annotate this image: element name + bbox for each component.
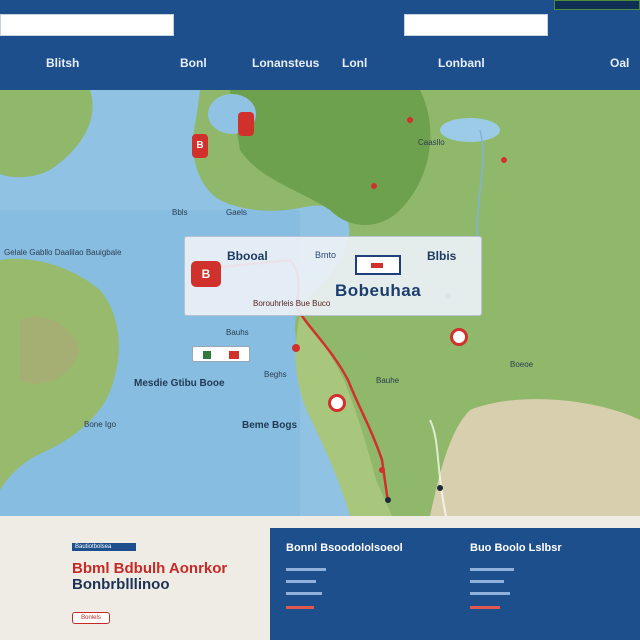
column-heading[interactable]: Buo Boolo Lslbsr xyxy=(470,542,562,554)
promo-title: Bbml Bdbulh Aonrkor xyxy=(72,560,228,577)
location-pin-icon[interactable]: B xyxy=(192,134,208,158)
text-placeholder xyxy=(470,580,504,583)
location-pin-icon[interactable] xyxy=(450,328,468,346)
map-label: Bauhe xyxy=(376,376,400,385)
top-header: Blitsh Bonl Lonansteus Lonl Lonbanl Oal xyxy=(0,0,640,90)
map-label: Beghs xyxy=(264,370,287,379)
map-label: Caasllo xyxy=(418,138,445,147)
card-title: Bbooal xyxy=(227,249,268,263)
route-pin-icon: B xyxy=(191,261,221,287)
info-columns-panel: Bonnl Bsoodololsoeol Buo Boolo Lslbsr xyxy=(270,528,640,640)
location-pin-icon[interactable] xyxy=(328,394,346,412)
search-input[interactable] xyxy=(0,14,174,36)
map-label: Gaels xyxy=(226,208,247,217)
nav-item[interactable]: Lonl xyxy=(342,56,367,70)
map-label: Bone Igo xyxy=(84,420,117,429)
secondary-search-input[interactable] xyxy=(404,14,548,36)
card-heading: Bobeuhaa xyxy=(335,281,422,300)
map-label: Mesdie Gtibu Booe xyxy=(134,378,225,389)
location-pin-icon[interactable] xyxy=(238,112,254,136)
nav-item[interactable]: Lonbanl xyxy=(438,56,485,70)
legend-swatch xyxy=(203,351,211,359)
text-placeholder xyxy=(286,568,326,571)
nav-item[interactable]: Blitsh xyxy=(46,56,79,70)
map-label: Bauhs xyxy=(226,328,249,337)
card-subtitle: Borouhrleis Bue Buco xyxy=(253,299,331,308)
text-placeholder xyxy=(470,568,514,571)
map-view[interactable]: Gelale Gabllo Daalilao Bauigbale Mesdie … xyxy=(0,90,640,516)
map-label: Beme Bogs xyxy=(242,420,298,431)
promo-tag: Bautiotbolsea xyxy=(72,543,136,551)
column-heading[interactable]: Bonnl Bsoodololsoeol xyxy=(286,542,403,554)
map-legend-chip[interactable] xyxy=(192,346,250,362)
route-info-card[interactable]: B Bbooal Bmto Blbis Bobeuhaa Borouhrleis… xyxy=(184,236,482,316)
text-link[interactable] xyxy=(286,606,314,609)
nav-item[interactable]: Bonl xyxy=(180,56,207,70)
nav-item[interactable]: Oal xyxy=(610,56,629,70)
promo-button[interactable]: Bonlels xyxy=(72,612,110,624)
footer-panel: Bautiotbolsea Bbml Bdbulh Aonrkor Bonbrb… xyxy=(0,516,640,640)
promo-subtitle: Bonbrblllinoo xyxy=(72,576,170,593)
main-nav: Blitsh Bonl Lonansteus Lonl Lonbanl Oal xyxy=(0,56,640,76)
brand-logo[interactable] xyxy=(554,0,640,10)
card-label: Bmto xyxy=(315,250,337,260)
map-label: Gelale Gabllo Daalilao Bauigbale xyxy=(4,248,122,257)
flag-icon xyxy=(355,255,401,275)
text-placeholder xyxy=(286,580,316,583)
map-label: Boeoe xyxy=(510,360,534,369)
nav-item[interactable]: Lonansteus xyxy=(252,56,319,70)
text-placeholder xyxy=(470,592,510,595)
map-label: Bbls xyxy=(172,208,188,217)
text-placeholder xyxy=(286,592,322,595)
card-title-secondary: Blbis xyxy=(427,249,457,263)
text-link[interactable] xyxy=(470,606,500,609)
legend-swatch xyxy=(229,351,239,359)
